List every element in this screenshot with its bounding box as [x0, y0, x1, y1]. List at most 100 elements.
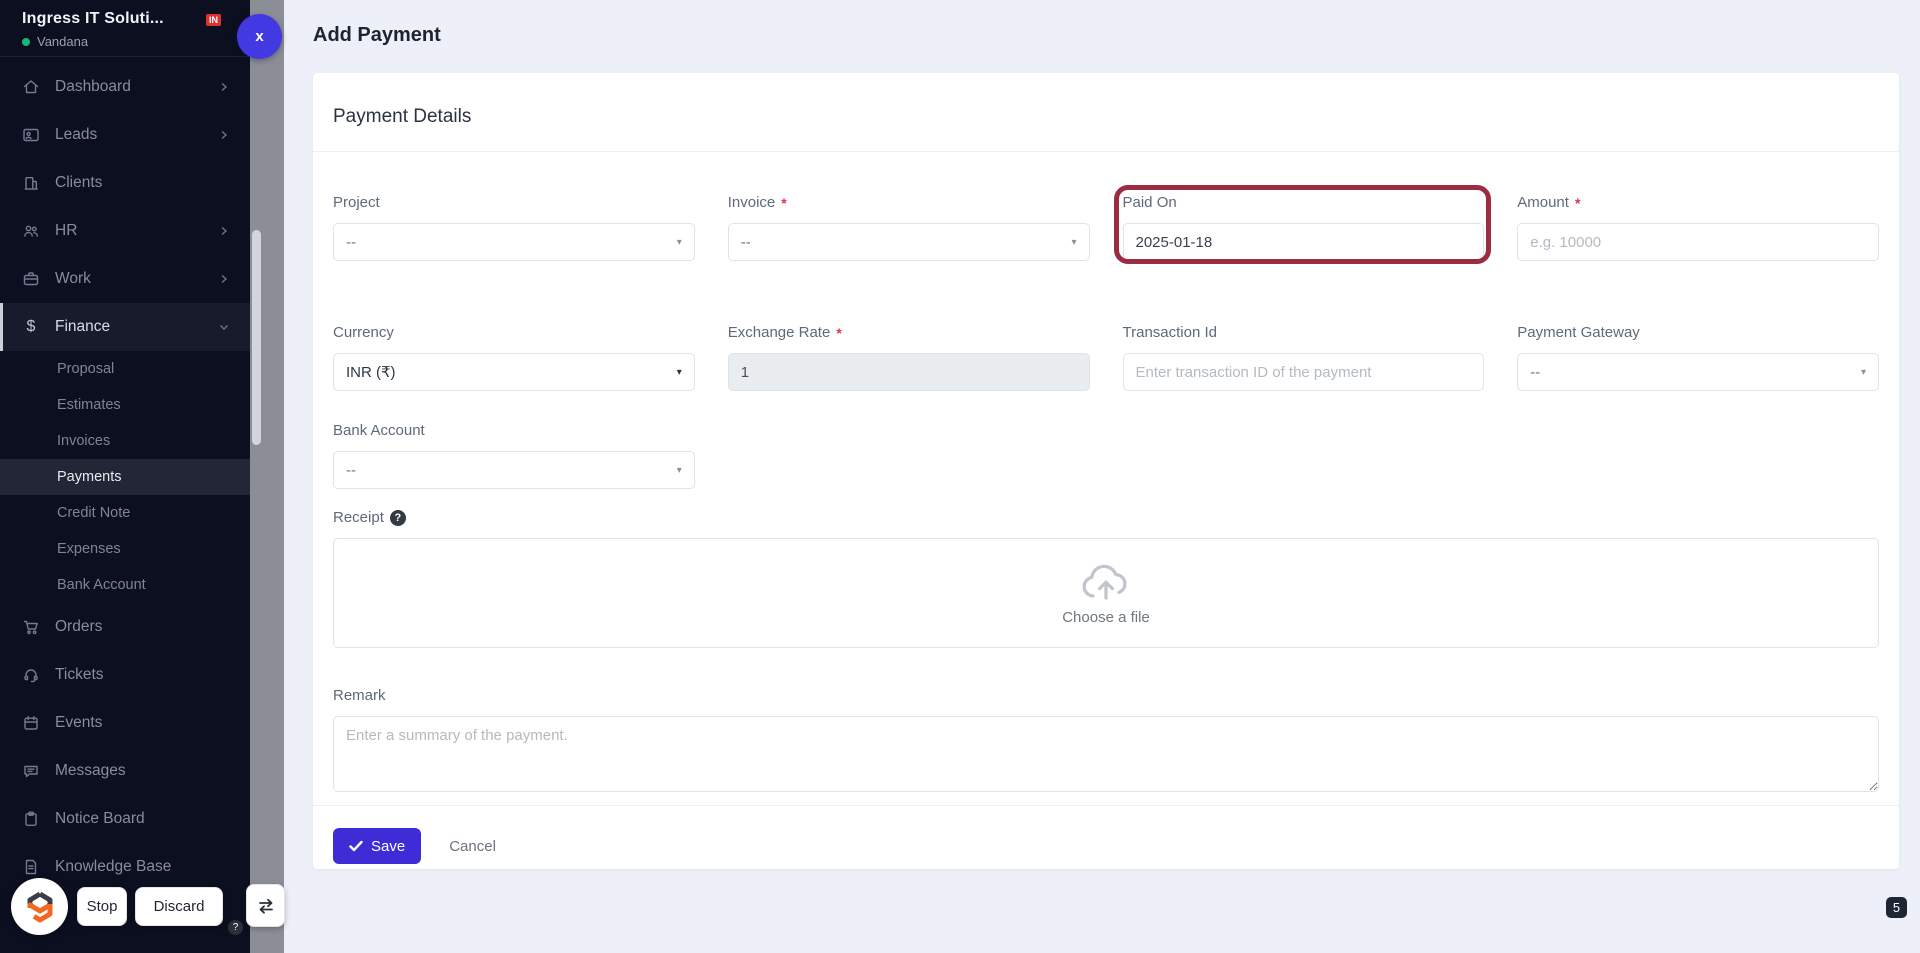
- sidebar-subitem-credit-note[interactable]: Credit Note: [0, 495, 250, 531]
- in-badge: IN: [206, 14, 221, 26]
- receipt-upload-dropzone[interactable]: Choose a file: [333, 538, 1879, 648]
- help-icon[interactable]: ?: [389, 509, 406, 526]
- dollar-icon: $: [26, 318, 36, 335]
- sidebar-close-button[interactable]: x: [237, 14, 282, 59]
- sidebar: Ingress IT Soluti... Vandana IN Dashboar…: [0, 0, 250, 953]
- transaction-id-input[interactable]: [1122, 353, 1485, 391]
- cloud-upload-icon: [1078, 561, 1134, 603]
- chevron-down-icon: ▾: [676, 464, 682, 476]
- currency-select[interactable]: INR (₹) ▾: [333, 353, 695, 391]
- currency-label: Currency: [333, 324, 394, 341]
- building-icon: [22, 174, 40, 192]
- clipboard-icon: [22, 810, 40, 828]
- field-receipt: Receipt ? Choose a file: [333, 507, 1879, 648]
- check-icon: [349, 840, 363, 852]
- sidebar-subitem-estimates[interactable]: Estimates: [0, 387, 250, 423]
- remark-label: Remark: [333, 687, 386, 704]
- user-name: Vandana: [37, 34, 89, 49]
- field-exchange-rate: Exchange Rate *: [727, 322, 1090, 391]
- notification-count-badge[interactable]: 5: [1886, 897, 1907, 918]
- field-invoice: Invoice * -- ▾: [727, 192, 1090, 261]
- sidebar-item-events[interactable]: Events: [0, 699, 250, 747]
- cancel-button[interactable]: Cancel: [449, 838, 496, 855]
- chevron-right-icon: [218, 81, 230, 93]
- invoice-select[interactable]: -- ▾: [727, 223, 1090, 261]
- id-card-icon: [22, 126, 40, 144]
- sidebar-item-notice-board[interactable]: Notice Board: [0, 795, 250, 843]
- field-transaction-id: Transaction Id: [1122, 322, 1485, 391]
- amount-input[interactable]: [1517, 223, 1879, 261]
- sidebar-header: Ingress IT Soluti... Vandana IN: [0, 0, 250, 57]
- sidebar-item-hr[interactable]: HR: [0, 207, 250, 255]
- chat-icon: [22, 762, 40, 780]
- help-badge[interactable]: ?: [228, 920, 243, 935]
- sidebar-item-finance[interactable]: $ Finance: [0, 303, 250, 351]
- sidebar-nav: Dashboard Leads Clients HR Work $ Financ…: [0, 57, 250, 891]
- chevron-down-icon: ▾: [1860, 366, 1866, 378]
- sidebar-item-messages[interactable]: Messages: [0, 747, 250, 795]
- chevron-down-icon: [218, 321, 230, 333]
- paid-on-input[interactable]: [1122, 223, 1485, 261]
- document-icon: [22, 858, 40, 876]
- sidebar-subitem-invoices[interactable]: Invoices: [0, 423, 250, 459]
- close-icon: x: [255, 28, 264, 45]
- chevron-down-icon: ▾: [676, 366, 682, 378]
- sidebar-item-dashboard[interactable]: Dashboard: [0, 63, 250, 111]
- sidebar-subitem-payments[interactable]: Payments: [0, 459, 250, 495]
- chevron-down-icon: ▾: [676, 236, 682, 248]
- exchange-rate-input: [727, 353, 1090, 391]
- choose-file-text: Choose a file: [1062, 608, 1150, 626]
- payment-gateway-label: Payment Gateway: [1517, 324, 1640, 341]
- field-project: Project -- ▾: [333, 192, 695, 261]
- sidebar-scrollbar-thumb[interactable]: [252, 230, 261, 445]
- chevron-down-icon: ▾: [1071, 236, 1077, 248]
- sidebar-item-orders[interactable]: Orders: [0, 603, 250, 651]
- swap-button[interactable]: [246, 884, 285, 927]
- amount-label: Amount: [1517, 194, 1569, 211]
- field-payment-gateway: Payment Gateway -- ▾: [1517, 322, 1879, 391]
- field-amount: Amount *: [1517, 192, 1879, 261]
- project-select[interactable]: -- ▾: [333, 223, 695, 261]
- field-currency: Currency INR (₹) ▾: [333, 322, 695, 391]
- sidebar-subitem-expenses[interactable]: Expenses: [0, 531, 250, 567]
- agent-logo-button[interactable]: [11, 878, 68, 935]
- receipt-label: Receipt: [333, 509, 384, 526]
- hexagon-logo-icon: [23, 890, 57, 924]
- field-paid-on: Paid On: [1113, 185, 1492, 264]
- headset-icon: [22, 666, 40, 684]
- sidebar-item-work[interactable]: Work: [0, 255, 250, 303]
- cart-icon: [22, 618, 40, 636]
- payment-details-card: Payment Details Project -- ▾ Invoice * -…: [313, 73, 1899, 869]
- project-label: Project: [333, 194, 380, 211]
- sidebar-item-clients[interactable]: Clients: [0, 159, 250, 207]
- chevron-right-icon: [218, 225, 230, 237]
- remark-textarea[interactable]: [333, 716, 1879, 792]
- chevron-right-icon: [218, 129, 230, 141]
- sidebar-scroll-strip: [250, 0, 284, 953]
- calendar-icon: [22, 714, 40, 732]
- discard-button[interactable]: Discard: [135, 887, 223, 926]
- briefcase-icon: [22, 270, 40, 288]
- online-status-dot: [22, 37, 30, 46]
- sidebar-item-leads[interactable]: Leads: [0, 111, 250, 159]
- transaction-id-label: Transaction Id: [1122, 324, 1218, 341]
- users-icon: [22, 222, 40, 240]
- invoice-label: Invoice: [727, 194, 776, 211]
- save-button[interactable]: Save: [333, 828, 422, 864]
- bank-account-select[interactable]: -- ▾: [333, 451, 695, 489]
- chevron-right-icon: [218, 273, 230, 285]
- bank-account-label: Bank Account: [333, 422, 425, 439]
- swap-arrows-icon: [256, 896, 276, 916]
- main-content: Add Payment Payment Details Project -- ▾…: [284, 0, 1920, 953]
- payment-gateway-select[interactable]: -- ▾: [1517, 353, 1879, 391]
- sidebar-subitem-bank-account[interactable]: Bank Account: [0, 567, 250, 603]
- home-icon: [22, 78, 40, 96]
- sidebar-item-tickets[interactable]: Tickets: [0, 651, 250, 699]
- card-title: Payment Details: [333, 106, 472, 127]
- sidebar-subitem-proposal[interactable]: Proposal: [0, 351, 250, 387]
- field-remark: Remark: [333, 685, 1879, 797]
- field-bank-account: Bank Account -- ▾: [333, 420, 695, 489]
- exchange-rate-label: Exchange Rate: [727, 324, 831, 341]
- page-title: Add Payment: [313, 24, 441, 46]
- stop-button[interactable]: Stop: [77, 887, 127, 926]
